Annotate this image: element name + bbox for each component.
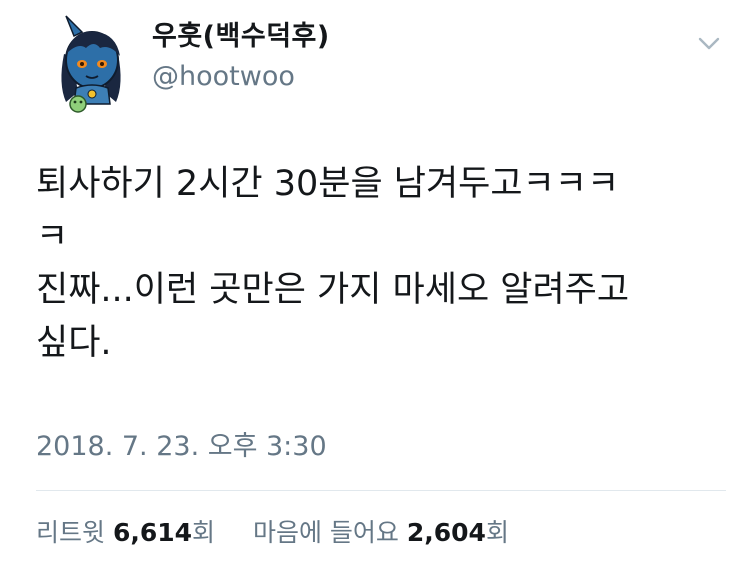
tweet-text-line: 퇴사하기 2시간 30분을 남겨두고ㅋㅋㅋ (36, 164, 620, 204)
tweet-menu-button[interactable] (694, 34, 724, 54)
retweets-stat[interactable]: 리트윗 6,614회 (36, 518, 223, 547)
retweets-unit: 회 (192, 518, 216, 547)
tweet-card: 우훗(백수덕후) @hootwoo 퇴사하기 2시간 30분을 남겨두고ㅋㅋㅋ … (0, 0, 750, 577)
likes-unit: 회 (485, 518, 509, 547)
tweet-text-line: 진짜...이런 곳만은 가지 마세오 알려주고 (36, 270, 630, 310)
tweet-text: 퇴사하기 2시간 30분을 남겨두고ㅋㅋㅋ ㅋ 진짜...이런 곳만은 가지 마… (36, 158, 726, 370)
user-block[interactable]: 우훗(백수덕후) @hootwoo (152, 20, 330, 94)
divider (36, 490, 726, 491)
retweets-count: 6,614 (112, 518, 193, 547)
user-handle[interactable]: @hootwoo (152, 60, 330, 94)
likes-stat[interactable]: 마음에 들어요 2,604회 (253, 518, 509, 547)
chevron-down-icon (698, 37, 720, 50)
display-name[interactable]: 우훗(백수덕후) (152, 20, 330, 54)
tweet-text-line: 싶다. (36, 323, 112, 363)
likes-count: 2,604 (406, 518, 486, 547)
avatar-blue-demon-character-icon (61, 15, 121, 113)
tweet-text-line: ㅋ (36, 217, 69, 257)
avatar[interactable] (44, 14, 138, 114)
tweet-timestamp[interactable]: 2018. 7. 23. 오후 3:30 (36, 430, 327, 464)
retweets-label: 리트윗 (36, 518, 106, 547)
likes-label: 마음에 들어요 (252, 518, 399, 547)
tweet-stats: 리트윗 6,614회 마음에 들어요 2,604회 (36, 516, 509, 550)
